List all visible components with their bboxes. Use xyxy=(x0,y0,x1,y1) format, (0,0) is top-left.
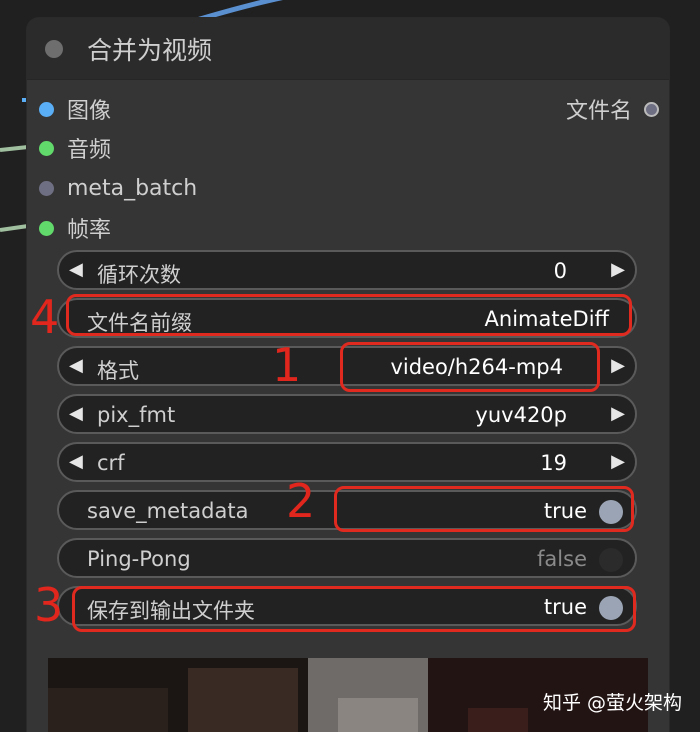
highlight-box-format xyxy=(340,342,600,392)
previous-arrow-icon[interactable]: ◀ xyxy=(69,355,83,376)
decrement-arrow-icon[interactable]: ◀ xyxy=(69,451,83,472)
pingpong-toggle[interactable]: Ping-Pong false xyxy=(57,538,637,578)
annotation-number-4: 4 xyxy=(30,290,60,344)
input-label-audio: 音频 xyxy=(67,138,112,163)
input-label-frame-rate: 帧率 xyxy=(67,218,112,243)
pix-fmt-value: yuv420p xyxy=(475,403,567,427)
previous-arrow-icon[interactable]: ◀ xyxy=(69,403,83,424)
highlight-box-save-output xyxy=(72,586,636,632)
input-label-meta-batch: meta_batch xyxy=(67,175,198,201)
next-arrow-icon[interactable]: ▶ xyxy=(611,355,625,376)
format-label: 格式 xyxy=(97,359,139,383)
crf-value: 19 xyxy=(540,451,567,475)
input-dot-icon[interactable] xyxy=(39,220,54,236)
increment-arrow-icon[interactable]: ▶ xyxy=(611,259,625,280)
crf-widget[interactable]: ◀ crf 19 ▶ xyxy=(57,442,637,482)
input-slot-images[interactable]: 图像 xyxy=(39,94,111,124)
node-title: 合并为视频 xyxy=(87,36,213,65)
pix-fmt-label: pix_fmt xyxy=(97,403,176,427)
pingpong-label: Ping-Pong xyxy=(87,547,191,571)
highlight-box-save-metadata xyxy=(334,486,634,532)
node-header[interactable]: 合并为视频 xyxy=(27,18,669,80)
input-dot-icon[interactable] xyxy=(39,101,54,117)
save-metadata-label: save_metadata xyxy=(87,499,249,523)
input-dot-icon[interactable] xyxy=(39,180,54,196)
annotation-number-3: 3 xyxy=(34,578,64,632)
pingpong-value: false xyxy=(537,547,587,571)
output-dot-icon[interactable] xyxy=(644,101,659,117)
decrement-arrow-icon[interactable]: ◀ xyxy=(69,259,83,280)
input-label-images: 图像 xyxy=(67,99,112,124)
next-arrow-icon[interactable]: ▶ xyxy=(611,403,625,424)
input-dot-icon[interactable] xyxy=(39,140,54,156)
crf-label: crf xyxy=(97,451,125,475)
output-slot-filenames[interactable]: 文件名 xyxy=(566,94,659,124)
input-slot-frame-rate[interactable]: 帧率 xyxy=(39,213,111,243)
loop-count-label: 循环次数 xyxy=(97,263,181,287)
toggle-off-knob-icon[interactable] xyxy=(599,548,623,572)
annotation-number-1: 1 xyxy=(272,338,302,392)
loop-count-widget[interactable]: ◀ 循环次数 0 ▶ xyxy=(57,250,637,290)
annotation-number-2: 2 xyxy=(286,474,316,528)
input-slot-audio[interactable]: 音频 xyxy=(39,133,111,163)
collapse-dot-icon[interactable] xyxy=(45,40,63,58)
highlight-box-filename-prefix xyxy=(66,294,632,336)
watermark-text: 知乎 @萤火架构 xyxy=(542,692,682,714)
increment-arrow-icon[interactable]: ▶ xyxy=(611,451,625,472)
output-label-filenames: 文件名 xyxy=(565,99,632,124)
loop-count-value: 0 xyxy=(553,259,567,283)
input-slot-meta-batch[interactable]: meta_batch xyxy=(39,173,197,203)
pix-fmt-widget[interactable]: ◀ pix_fmt yuv420p ▶ xyxy=(57,394,637,434)
